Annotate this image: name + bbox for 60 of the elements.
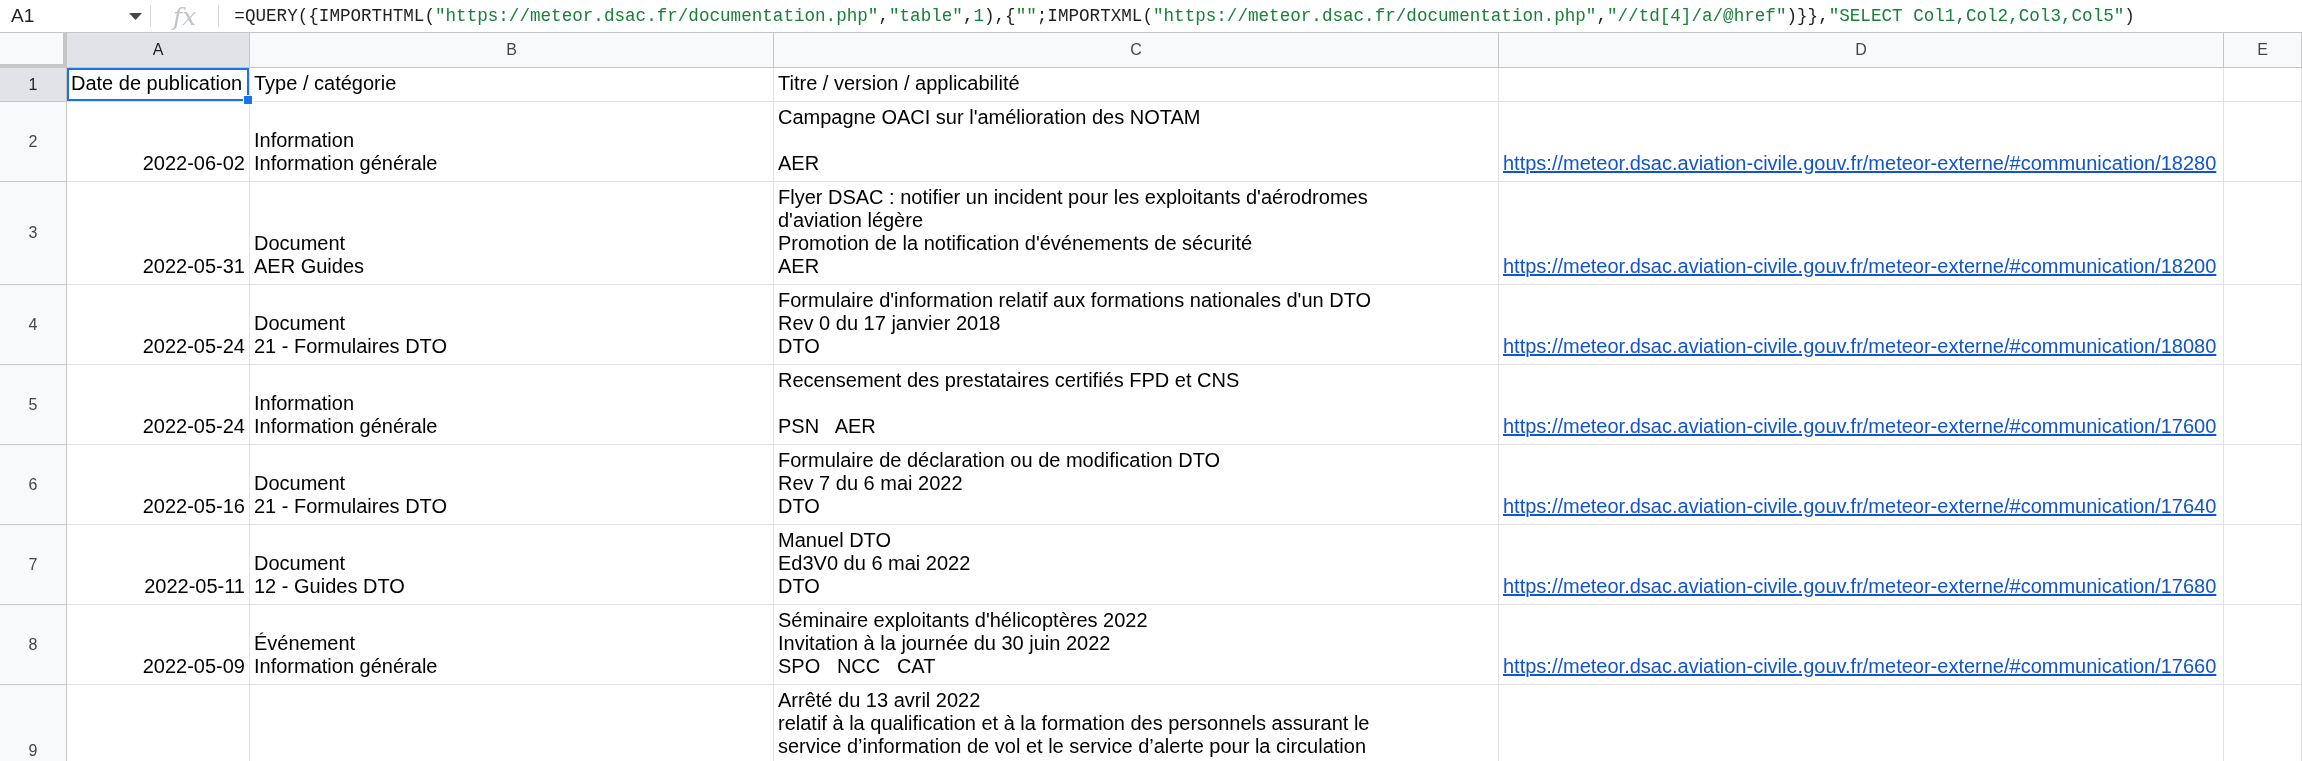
row-header[interactable]: 1 [0, 68, 67, 102]
empty-cell[interactable] [2224, 68, 2302, 102]
function-symbol: fx [173, 3, 197, 29]
table-cell[interactable]: 2022-05-11 [67, 525, 250, 605]
table-cell[interactable]: 2022-06-02 [67, 102, 250, 182]
row-header[interactable]: 5 [0, 365, 67, 445]
empty-cell[interactable] [2224, 605, 2302, 685]
empty-cell[interactable] [2224, 445, 2302, 525]
name-box[interactable]: A1 [0, 0, 150, 32]
row-header[interactable]: 6 [0, 445, 67, 525]
fill-handle[interactable] [243, 95, 253, 105]
column-header[interactable]: B [250, 33, 774, 68]
table-cell[interactable]: Information Information générale [250, 365, 774, 445]
row-header[interactable]: 4 [0, 285, 67, 365]
url-link[interactable]: https://meteor.dsac.aviation-civile.gouv.fr/meteor-externe/#communication/18080 [1503, 335, 2217, 358]
table-cell[interactable]: Document 21 - Formulaires DTO [250, 285, 774, 365]
table-cell[interactable]: 2022-05-16 [67, 445, 250, 525]
empty-cell[interactable] [2224, 365, 2302, 445]
table-cell[interactable]: Formulaire de déclaration ou de modification DTO Rev 7 du 6 mai 2022 DTO [774, 445, 1499, 525]
table-cell[interactable]: Information Information générale [250, 102, 774, 182]
table-cell[interactable]: Document 21 - Formulaires DTO [250, 445, 774, 525]
table-cell[interactable]: Recensement des prestataires certifiés FPD et CNS PSN AER [774, 365, 1499, 445]
table-cell[interactable]: Date de publication [67, 68, 250, 102]
column-header[interactable]: D [1499, 33, 2224, 68]
row-header[interactable]: 8 [0, 605, 67, 685]
empty-cell[interactable] [1499, 68, 2224, 102]
row-header[interactable]: 7 [0, 525, 67, 605]
table-cell[interactable]: 2022-05-09 [67, 605, 250, 685]
caret-icon[interactable] [129, 12, 142, 20]
table-cell[interactable]: Titre / version / applicabilité [774, 68, 1499, 102]
corner-header[interactable] [0, 33, 67, 68]
empty-cell[interactable] [2224, 285, 2302, 365]
url-link[interactable]: https://meteor.dsac.aviation-civile.gouv.fr/meteor-externe/#communication/17680 [1503, 575, 2217, 598]
table-cell[interactable]: 2022-05-24 [67, 365, 250, 445]
table-cell[interactable]: Type / catégorie [250, 68, 774, 102]
empty-cell[interactable] [2224, 182, 2302, 285]
table-cell[interactable]: 2022-05-24 [67, 285, 250, 365]
column-header[interactable]: C [774, 33, 1499, 68]
table-cell[interactable]: Formulaire d'information relatif aux formations nationales d'un DTO Rev 0 du 17 janvier 2018 DTO [774, 285, 1499, 365]
row-header[interactable]: 2 [0, 102, 67, 182]
row-header[interactable]: 3 [0, 182, 67, 285]
table-cell[interactable]: 2022-05-31 [67, 182, 250, 285]
url-link[interactable]: https://meteor.dsac.aviation-civile.gouv.fr/meteor-externe/#communication/17600 [1503, 415, 2217, 438]
table-cell[interactable]: Événement Information générale [250, 605, 774, 685]
column-header[interactable]: E [2224, 33, 2302, 68]
url-link[interactable]: https://meteor.dsac.aviation-civile.gouv.fr/meteor-externe/#communication/17660 [1503, 655, 2217, 678]
formula-input[interactable]: =QUERY({IMPORTHTML("https://meteor.dsac.fr/documentation.php","table",1),{"";IMPORTXML("https://meteor.dsac.fr/documentation.php","//td[4]/a/@href")}},"SELECT Col1,Col2,Col3,Col5") [234, 6, 2135, 26]
table-cell[interactable]: Document AER Guides [250, 182, 774, 285]
url-link[interactable]: https://meteor.dsac.aviation-civile.gouv.fr/meteor-externe/#communication/17640 [1503, 495, 2217, 518]
url-link[interactable]: https://meteor.dsac.aviation-civile.gouv.fr/meteor-externe/#communication/18200 [1503, 255, 2217, 278]
url-link[interactable]: https://meteor.dsac.aviation-civile.gouv.fr/meteor-externe/#communication/18280 [1503, 152, 2217, 175]
empty-cell[interactable] [2224, 525, 2302, 605]
row-header[interactable]: 9 [0, 685, 67, 761]
table-cell[interactable]: Flyer DSAC : notifier un incident pour les exploitants d'aérodromes d'aviation légère Promotion de la notification d'événements de sécurité AER [774, 182, 1499, 285]
table-cell[interactable]: Manuel DTO Ed3V0 du 6 mai 2022 DTO [774, 525, 1499, 605]
empty-cell[interactable] [2224, 102, 2302, 182]
table-cell[interactable]: Séminaire exploitants d'hélicoptères 2022 Invitation à la journée du 30 juin 2022 SPO NCC CAT [774, 605, 1499, 685]
column-header[interactable]: A [67, 33, 250, 68]
table-cell[interactable]: Document 12 - Guides DTO [250, 525, 774, 605]
table-cell[interactable]: Arrêté du 13 avril 2022 relatif à la qualification et à la formation des personnels assurant le service d’information de vol et le service d’alerte pour la circulation [774, 685, 1499, 761]
